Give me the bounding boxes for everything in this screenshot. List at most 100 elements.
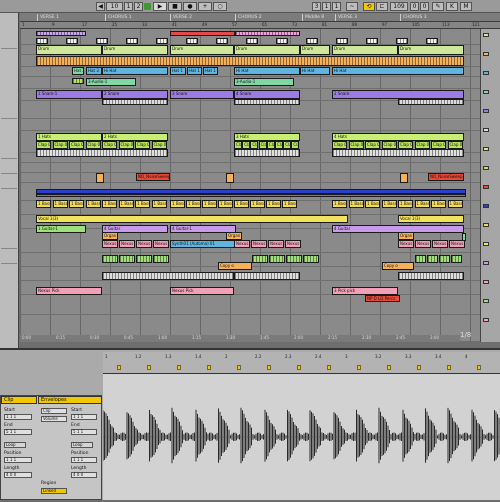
loop-button[interactable]: Loop bbox=[4, 442, 26, 448]
hat-clip[interactable]: Hat 1 bbox=[203, 67, 218, 75]
track-color-swatch[interactable] bbox=[483, 71, 489, 75]
nexus-clip[interactable]: Nexus bbox=[102, 240, 118, 248]
hat-clip[interactable]: Hi Hat bbox=[332, 67, 464, 75]
track-color-swatch[interactable] bbox=[483, 147, 489, 151]
clap-pattern[interactable] bbox=[36, 149, 168, 157]
midi-map-icon[interactable]: M bbox=[460, 2, 472, 11]
drum-clip[interactable]: Drum bbox=[300, 45, 330, 55]
track-headers[interactable] bbox=[480, 29, 500, 342]
drum-clip[interactable]: Drum bbox=[102, 45, 168, 55]
position-beats[interactable]: 1 bbox=[322, 2, 331, 11]
snare-clip[interactable]: 2 Snare bbox=[332, 90, 464, 99]
green-clip[interactable] bbox=[451, 255, 462, 263]
bass-clip[interactable]: 1 Bass bbox=[348, 200, 364, 208]
clap-clip[interactable]: Clap 01 bbox=[291, 141, 300, 149]
loop-switch[interactable]: ⟲ bbox=[363, 2, 375, 11]
start-field[interactable]: 1 1 1 bbox=[4, 414, 32, 420]
bass-clip[interactable]: 1 Bass bbox=[85, 200, 101, 208]
env-end-field[interactable]: 5 1 1 bbox=[71, 429, 97, 435]
warp-marker[interactable] bbox=[327, 365, 331, 370]
clap-clip[interactable]: Clap 01 bbox=[85, 141, 101, 149]
clip-tab[interactable]: Clip bbox=[1, 396, 37, 404]
green-clip[interactable] bbox=[415, 255, 426, 263]
warp-marker[interactable] bbox=[237, 365, 241, 370]
clap-pattern[interactable] bbox=[234, 149, 300, 157]
locator-chorus-3[interactable]: CHORUS 3 bbox=[400, 14, 427, 21]
midi-pattern[interactable] bbox=[234, 272, 300, 280]
stop-button[interactable]: ■ bbox=[168, 2, 182, 11]
snare-clip[interactable]: 3 Snare bbox=[170, 90, 234, 99]
fx-clip[interactable] bbox=[226, 173, 234, 183]
loop-length-beats[interactable]: 0 bbox=[410, 2, 419, 11]
warp-marker[interactable] bbox=[117, 365, 121, 370]
clap-clip[interactable]: Clap 01 bbox=[275, 141, 283, 149]
midi-clip[interactable] bbox=[96, 38, 108, 44]
track-color-swatch[interactable] bbox=[483, 204, 489, 208]
bass-clip[interactable]: 1 Bass bbox=[250, 200, 265, 208]
bass-clip[interactable]: 1 Bass bbox=[69, 200, 84, 208]
key-map-icon[interactable]: K bbox=[446, 2, 458, 11]
track-color-swatch[interactable] bbox=[483, 109, 489, 113]
record-button[interactable]: ● bbox=[183, 2, 197, 11]
beat-ruler[interactable]: 1 9 17 25 33 41 49 57 65 73 81 89 97 105 113 121 bbox=[20, 22, 500, 29]
warp-marker[interactable] bbox=[297, 365, 301, 370]
locator-middle-8[interactable]: Middle 8 bbox=[302, 14, 324, 21]
automation-arm-button[interactable]: ○ bbox=[213, 2, 227, 11]
nexus-pick-clip[interactable]: 3 Pick pick bbox=[332, 287, 398, 295]
nexus-clip[interactable]: Nexus bbox=[251, 240, 267, 248]
snare-pattern[interactable] bbox=[234, 99, 300, 105]
bass-clip[interactable]: 1 Bass bbox=[282, 200, 297, 208]
nexus-pick-clip[interactable]: Nexus Pick bbox=[36, 287, 102, 295]
midi-clip[interactable] bbox=[36, 38, 48, 44]
drum-clip[interactable]: Drum bbox=[170, 45, 234, 55]
midi-clip[interactable] bbox=[170, 31, 235, 36]
locator-verse-2[interactable]: VERSE 2 bbox=[170, 14, 192, 21]
env-length-field[interactable]: 4 0 0 bbox=[71, 472, 97, 478]
midi-clip[interactable] bbox=[246, 38, 258, 44]
synth-clip[interactable]: Synth01 (Automa) 01 bbox=[170, 240, 236, 248]
green-clip[interactable] bbox=[119, 255, 135, 263]
hat-clip[interactable]: Hat 3 bbox=[86, 67, 102, 75]
bass-clip[interactable]: 1 Bass bbox=[186, 200, 201, 208]
bass-clip[interactable]: 1 Bass bbox=[266, 200, 281, 208]
warp-marker[interactable] bbox=[147, 365, 151, 370]
clap-clip[interactable]: Clap 01 bbox=[69, 141, 84, 149]
fx-clip[interactable] bbox=[400, 173, 408, 183]
hat-clip[interactable]: Hat 1 bbox=[170, 67, 186, 75]
signature-denominator[interactable]: 2 bbox=[134, 2, 143, 11]
bass-clip[interactable]: 1 Bass bbox=[118, 200, 134, 208]
clap-clip[interactable]: Clap 01 bbox=[36, 141, 51, 149]
track-color-swatch[interactable] bbox=[483, 33, 489, 37]
green-clip[interactable] bbox=[102, 255, 118, 263]
track-color-swatch[interactable] bbox=[483, 90, 489, 94]
position-field[interactable]: 1 1 1 bbox=[4, 457, 32, 463]
midi-clip[interactable] bbox=[36, 31, 86, 36]
midi-clip[interactable] bbox=[366, 38, 378, 44]
midi-clip[interactable] bbox=[426, 38, 438, 44]
linked-button[interactable]: Linked bbox=[41, 488, 67, 494]
locator-chorus-1[interactable]: CHORUS 1 bbox=[105, 14, 132, 21]
drum-pattern-clip[interactable] bbox=[36, 56, 464, 66]
nexus-clip[interactable]: Nexus bbox=[432, 240, 448, 248]
play-button[interactable]: ▶ bbox=[153, 2, 167, 11]
track-color-swatch[interactable] bbox=[483, 261, 489, 265]
drum-clip[interactable]: Drum bbox=[36, 45, 102, 55]
green-clip[interactable] bbox=[136, 255, 152, 263]
clap-clip[interactable]: Clap 01 bbox=[398, 141, 413, 149]
warp-marker[interactable] bbox=[387, 365, 391, 370]
noise-sweep-clip[interactable]: NO_NoiseSweep bbox=[136, 173, 170, 181]
clap-clip[interactable]: Clap 01 bbox=[151, 141, 167, 149]
clap-clip[interactable]: Clap 01 bbox=[332, 141, 347, 149]
snare-clip[interactable]: 2 Snare bbox=[102, 90, 168, 99]
nexus-clip[interactable]: Nexus bbox=[449, 240, 465, 248]
track-lane[interactable] bbox=[20, 163, 480, 173]
clap-clip[interactable]: Clap 01 bbox=[234, 141, 242, 149]
midi-clip[interactable] bbox=[216, 38, 228, 44]
env-start-field[interactable]: 1 1 1 bbox=[71, 414, 97, 420]
warp-marker[interactable] bbox=[477, 365, 481, 370]
green-clip[interactable] bbox=[286, 255, 302, 263]
copy-clip[interactable]: Copy o bbox=[382, 262, 414, 270]
bass-clip[interactable]: 1 Bass bbox=[332, 200, 347, 208]
organ-clip[interactable]: Organ bbox=[226, 232, 242, 240]
audio-clip[interactable]: 3-Audio-1 bbox=[86, 78, 136, 86]
